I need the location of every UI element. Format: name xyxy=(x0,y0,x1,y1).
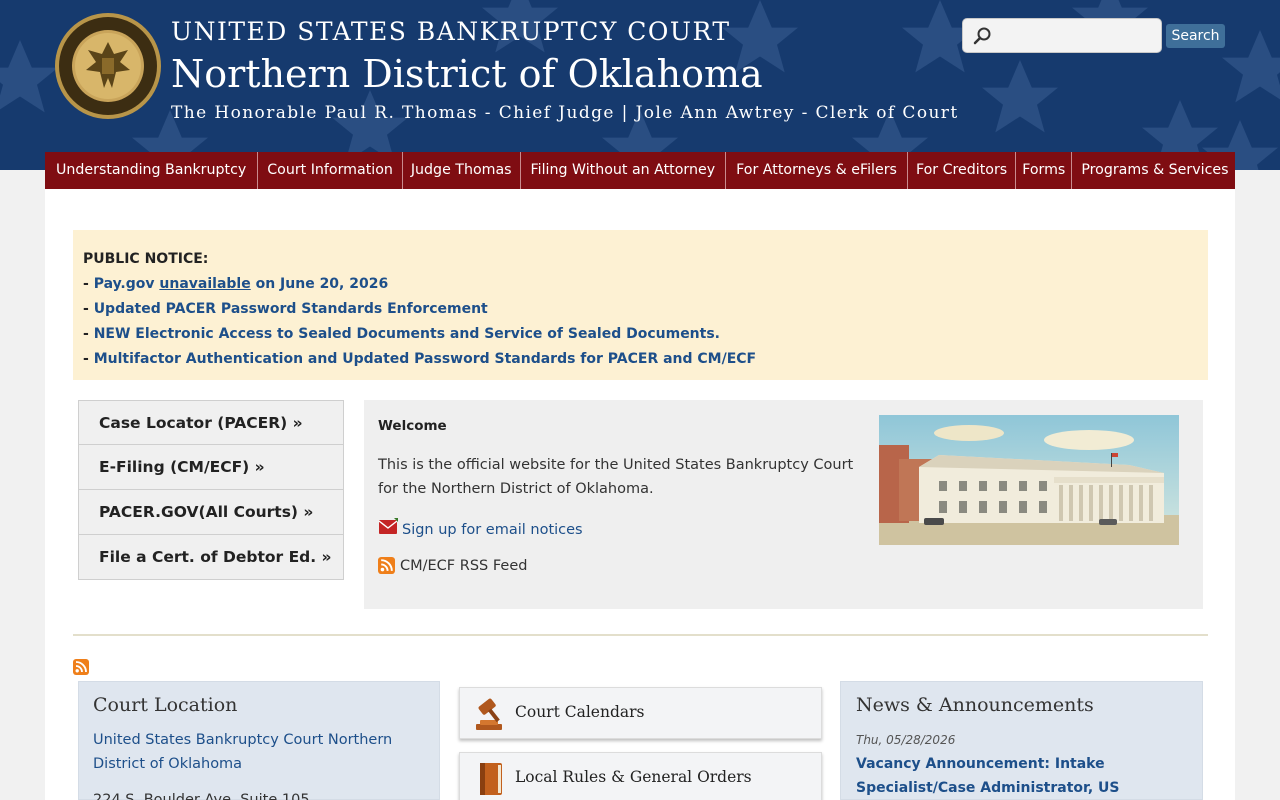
court-calendars-tile[interactable]: Court Calendars xyxy=(459,687,822,739)
notice-item-pacer-password: - Updated PACER Password Standards Enfor… xyxy=(83,301,488,317)
welcome-title: Welcome xyxy=(378,418,447,434)
court-location-address: 224 S. Boulder Ave, Suite 105 xyxy=(93,792,310,800)
welcome-panel: Welcome This is the official website for… xyxy=(364,400,1203,609)
welcome-text: This is the official website for the Uni… xyxy=(378,457,854,497)
rss-icon[interactable] xyxy=(73,659,89,675)
section-divider xyxy=(73,634,1208,636)
notice-item-paygov: - Pay.gov unavailable on June 20, 2026 xyxy=(83,276,389,292)
email-notices-link[interactable]: Sign up for email notices xyxy=(378,516,583,538)
notice-pacer-password-link[interactable]: Updated PACER Password Standards Enforce… xyxy=(94,301,488,317)
quick-links: Case Locator (PACER) » E-Filing (CM/ECF)… xyxy=(78,400,344,580)
rss-feed-label[interactable]: CM/ECF RSS Feed xyxy=(400,558,527,574)
quicklink-efiling[interactable]: E-Filing (CM/ECF) » xyxy=(78,445,344,490)
judges-line: The Honorable Paul R. Thomas - Chief Jud… xyxy=(171,103,959,123)
nav-filing-without-attorney[interactable]: Filing Without an Attorney xyxy=(521,152,727,189)
court-seal-icon xyxy=(55,13,161,119)
nav-attorneys-efilers[interactable]: For Attorneys & eFilers xyxy=(726,152,908,189)
quicklink-debtor-ed[interactable]: File a Cert. of Debtor Ed. » xyxy=(78,535,344,580)
local-rules-tile[interactable]: Local Rules & General Orders xyxy=(459,752,822,800)
court-location-title: Court Location xyxy=(93,694,238,716)
book-icon xyxy=(480,763,502,795)
quicklink-pacer-gov[interactable]: PACER.GOV(All Courts) » xyxy=(78,490,344,535)
nav-for-creditors[interactable]: For Creditors xyxy=(908,152,1017,189)
court-calendars-label[interactable]: Court Calendars xyxy=(515,703,644,721)
news-title: News & Announcements xyxy=(856,694,1094,716)
notice-date-link[interactable]: on June 20, 2026 xyxy=(251,276,389,292)
court-name: UNITED STATES BANKRUPTCY COURT xyxy=(171,17,731,46)
site-header: UNITED STATES BANKRUPTCY COURT Northern … xyxy=(0,0,1280,170)
nav-judge-thomas[interactable]: Judge Thomas xyxy=(403,152,521,189)
nav-understanding-bankruptcy[interactable]: Understanding Bankruptcy xyxy=(45,152,259,189)
nav-programs-services[interactable]: Programs & Services xyxy=(1072,152,1237,189)
gavel-icon xyxy=(476,698,502,730)
courthouse-image xyxy=(879,415,1179,545)
news-date: Thu, 05/28/2026 xyxy=(856,733,956,747)
court-location-panel: Court Location United States Bankruptcy … xyxy=(78,681,440,800)
local-rules-label[interactable]: Local Rules & General Orders xyxy=(515,768,752,786)
public-notice: PUBLIC NOTICE: - Pay.gov unavailable on … xyxy=(73,230,1208,380)
court-location-link[interactable]: United States Bankruptcy Court Northern … xyxy=(93,728,413,776)
notice-item-sealed-docs: - NEW Electronic Access to Sealed Docume… xyxy=(83,326,720,342)
notice-sealed-docs-link[interactable]: NEW Electronic Access to Sealed Document… xyxy=(94,326,720,342)
notice-heading: PUBLIC NOTICE: xyxy=(83,251,209,267)
search-input[interactable] xyxy=(997,23,1157,49)
news-panel: News & Announcements Thu, 05/28/2026 Vac… xyxy=(840,681,1203,800)
district-name[interactable]: Northern District of Oklahoma xyxy=(171,52,763,96)
main-nav: Understanding Bankruptcy Court Informati… xyxy=(45,152,1235,189)
quicklink-case-locator[interactable]: Case Locator (PACER) » xyxy=(78,400,344,445)
search-box xyxy=(962,18,1162,53)
notice-paygov-link[interactable]: Pay.gov xyxy=(94,276,160,292)
email-icon xyxy=(378,518,398,534)
rss-icon xyxy=(378,556,395,574)
notice-item-mfa: - Multifactor Authentication and Updated… xyxy=(83,351,757,367)
email-notices-label[interactable]: Sign up for email notices xyxy=(402,522,583,538)
rss-feed-link[interactable]: CM/ECF RSS Feed xyxy=(378,556,527,574)
notice-unavailable-link[interactable]: unavailable xyxy=(159,276,250,292)
search-button[interactable]: Search xyxy=(1166,24,1225,48)
nav-forms[interactable]: Forms xyxy=(1016,152,1073,189)
news-item-link[interactable]: Vacancy Announcement: Intake Specialist/… xyxy=(856,752,1196,800)
notice-mfa-link[interactable]: Multifactor Authentication and Updated P… xyxy=(94,351,756,367)
nav-court-information[interactable]: Court Information xyxy=(258,152,403,189)
search-icon xyxy=(973,27,991,45)
